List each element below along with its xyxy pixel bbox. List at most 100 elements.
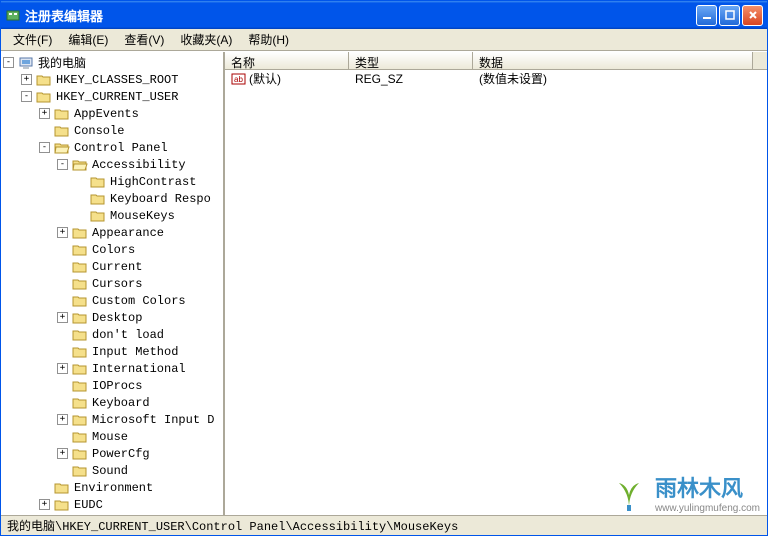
- tree-label: MouseKeys: [110, 209, 175, 223]
- tree-label: IOProcs: [92, 379, 142, 393]
- tree-row[interactable]: -我的电脑: [3, 54, 221, 71]
- folder-icon: [72, 362, 88, 376]
- tree-label: Keyboard Respo: [110, 192, 211, 206]
- expand-icon[interactable]: +: [21, 74, 32, 85]
- app-icon: [5, 7, 21, 23]
- expand-icon[interactable]: +: [57, 448, 68, 459]
- tree-label: Control Panel: [74, 141, 168, 155]
- tree-label: Current: [92, 260, 142, 274]
- folder-open-icon: [72, 158, 88, 172]
- tree-label: Microsoft Input D: [92, 413, 214, 427]
- tree-row[interactable]: Current: [3, 258, 221, 275]
- value-name: (默认): [249, 72, 281, 86]
- tree-label: HKEY_CURRENT_USER: [56, 90, 178, 104]
- collapse-icon[interactable]: -: [21, 91, 32, 102]
- tree-label: Colors: [92, 243, 135, 257]
- folder-icon: [36, 73, 52, 87]
- folder-icon: [72, 328, 88, 342]
- tree-row[interactable]: Console: [3, 122, 221, 139]
- tree-label: don't load: [92, 328, 164, 342]
- menu-item[interactable]: 查看(V): [116, 29, 172, 50]
- folder-icon: [90, 192, 106, 206]
- expand-icon[interactable]: +: [57, 414, 68, 425]
- column-header[interactable]: 名称: [225, 52, 349, 69]
- tree-label: Keyboard: [92, 396, 150, 410]
- tree-row[interactable]: Input Method: [3, 343, 221, 360]
- tree-label: Environment: [74, 481, 153, 495]
- tree-row[interactable]: MouseKeys: [3, 207, 221, 224]
- folder-icon: [72, 413, 88, 427]
- tree-row[interactable]: Environment: [3, 479, 221, 496]
- leaf-icon: [609, 473, 649, 513]
- folder-open-icon: [54, 141, 70, 155]
- folder-icon: [72, 311, 88, 325]
- folder-icon: [54, 498, 70, 512]
- tree-label: Cursors: [92, 277, 142, 291]
- tree-pane[interactable]: -我的电脑 + HKEY_CLASSES_ROOT - HKEY_CURRENT_USE…: [1, 52, 225, 515]
- tree-row[interactable]: - Accessibility: [3, 156, 221, 173]
- collapse-icon[interactable]: -: [3, 57, 14, 68]
- value-type: REG_SZ: [349, 72, 473, 86]
- maximize-button[interactable]: [719, 5, 740, 26]
- menu-item[interactable]: 收藏夹(A): [172, 29, 240, 50]
- column-header[interactable]: 类型: [349, 52, 473, 69]
- expand-icon[interactable]: +: [39, 108, 50, 119]
- tree-row[interactable]: Mouse: [3, 428, 221, 445]
- minimize-button[interactable]: [696, 5, 717, 26]
- folder-icon: [72, 447, 88, 461]
- folder-icon: [72, 243, 88, 257]
- tree-row[interactable]: +EUDC: [3, 496, 221, 513]
- menu-item[interactable]: 帮助(H): [240, 29, 297, 50]
- expand-icon[interactable]: +: [57, 227, 68, 238]
- tree-label: Custom Colors: [92, 294, 186, 308]
- expand-icon[interactable]: +: [57, 312, 68, 323]
- tree-row[interactable]: Keyboard: [3, 394, 221, 411]
- list-row[interactable]: ab(默认)REG_SZ(数值未设置): [225, 70, 767, 87]
- collapse-icon[interactable]: -: [57, 159, 68, 170]
- tree-row[interactable]: don't load: [3, 326, 221, 343]
- tree-row[interactable]: - Control Panel: [3, 139, 221, 156]
- folder-icon: [90, 209, 106, 223]
- registry-editor-window: 注册表编辑器 文件(F)编辑(E)查看(V)收藏夹(A)帮助(H) -我的电脑+…: [0, 0, 768, 536]
- expand-icon[interactable]: +: [57, 363, 68, 374]
- svg-text:ab: ab: [234, 75, 243, 84]
- tree-row[interactable]: Custom Colors: [3, 292, 221, 309]
- folder-icon: [72, 226, 88, 240]
- close-button[interactable]: [742, 5, 763, 26]
- tree-row[interactable]: + HKEY_CLASSES_ROOT: [3, 71, 221, 88]
- tree-row[interactable]: IOProcs: [3, 377, 221, 394]
- list-body[interactable]: ab(默认)REG_SZ(数值未设置): [225, 70, 767, 515]
- tree-row[interactable]: +Desktop: [3, 309, 221, 326]
- tree-row[interactable]: + Microsoft Input D: [3, 411, 221, 428]
- window-title: 注册表编辑器: [25, 6, 696, 25]
- tree-row[interactable]: +Appearance: [3, 224, 221, 241]
- folder-icon: [36, 90, 52, 104]
- menu-item[interactable]: 文件(F): [5, 29, 60, 50]
- menu-item[interactable]: 编辑(E): [60, 29, 116, 50]
- tree-row[interactable]: +PowerCfg: [3, 445, 221, 462]
- tree-label: HKEY_CLASSES_ROOT: [56, 73, 178, 87]
- tree-row[interactable]: +AppEvents: [3, 105, 221, 122]
- expand-icon[interactable]: +: [39, 499, 50, 510]
- tree-row[interactable]: Cursors: [3, 275, 221, 292]
- tree-row[interactable]: +International: [3, 360, 221, 377]
- folder-icon: [54, 481, 70, 495]
- tree-row[interactable]: Keyboard Respo: [3, 190, 221, 207]
- tree-row[interactable]: Colors: [3, 241, 221, 258]
- folder-icon: [72, 379, 88, 393]
- tree-label: Sound: [92, 464, 128, 478]
- folder-icon: [54, 107, 70, 121]
- column-header[interactable]: 数据: [473, 52, 753, 69]
- folder-icon: [72, 294, 88, 308]
- collapse-icon[interactable]: -: [39, 142, 50, 153]
- folder-icon: [72, 430, 88, 444]
- list-header: 名称类型数据: [225, 52, 767, 70]
- tree-label: Accessibility: [92, 158, 186, 172]
- tree-row[interactable]: Sound: [3, 462, 221, 479]
- tree-label: Mouse: [92, 430, 128, 444]
- folder-icon: [72, 277, 88, 291]
- titlebar[interactable]: 注册表编辑器: [1, 1, 767, 29]
- tree-row[interactable]: HighContrast: [3, 173, 221, 190]
- watermark-text: 雨林木风: [655, 471, 760, 503]
- tree-row[interactable]: - HKEY_CURRENT_USER: [3, 88, 221, 105]
